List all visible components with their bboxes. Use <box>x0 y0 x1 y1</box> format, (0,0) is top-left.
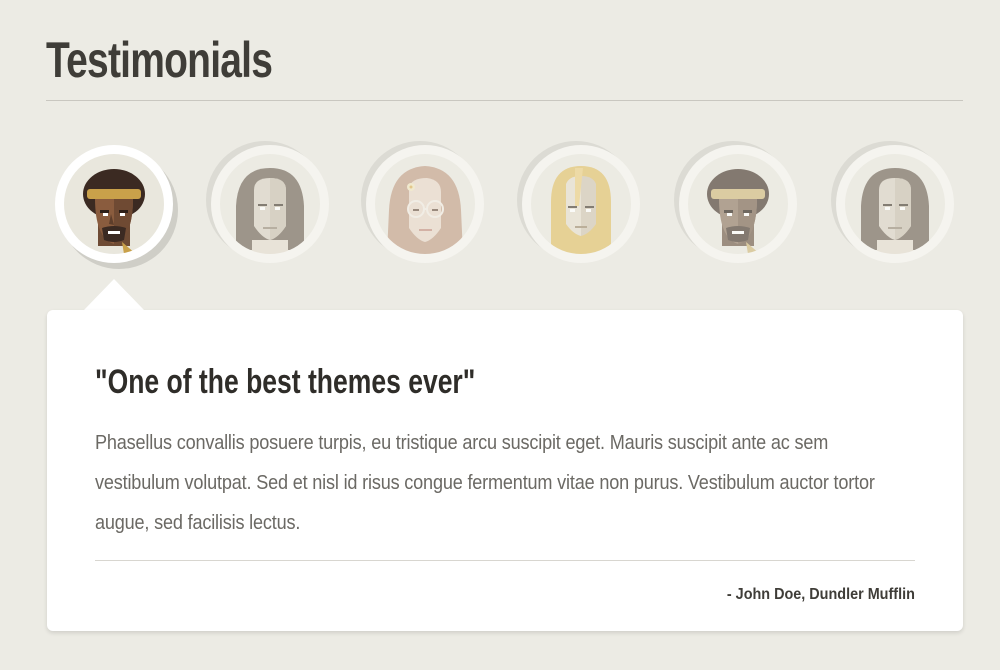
avatar-button-4[interactable] <box>522 145 640 263</box>
avatar-button-3[interactable] <box>366 145 484 263</box>
long-hair-portrait-icon <box>861 168 929 254</box>
long-hair-portrait-icon <box>236 168 304 254</box>
afro-headband-portrait-icon <box>707 169 769 254</box>
avatar-selector <box>0 0 1000 270</box>
testimonial-card: "One of the best themes ever" Phasellus … <box>47 310 963 631</box>
avatar-button-6[interactable] <box>836 145 954 263</box>
avatar-button-2[interactable] <box>211 145 329 263</box>
quote-title: "One of the best themes ever" <box>95 363 476 401</box>
avatar-button-5[interactable] <box>679 145 797 263</box>
card-pointer <box>84 279 144 310</box>
avatar-button-1[interactable] <box>55 145 173 263</box>
author-attribution: - John Doe, Dundler Mufflin <box>727 586 915 603</box>
quote-body: Phasellus convallis posuere turpis, eu t… <box>95 432 875 534</box>
afro-headband-portrait-icon <box>83 169 145 254</box>
blonde-portrait-icon <box>551 166 611 254</box>
glasses-flower-portrait-icon <box>387 166 463 254</box>
card-divider <box>95 560 915 561</box>
